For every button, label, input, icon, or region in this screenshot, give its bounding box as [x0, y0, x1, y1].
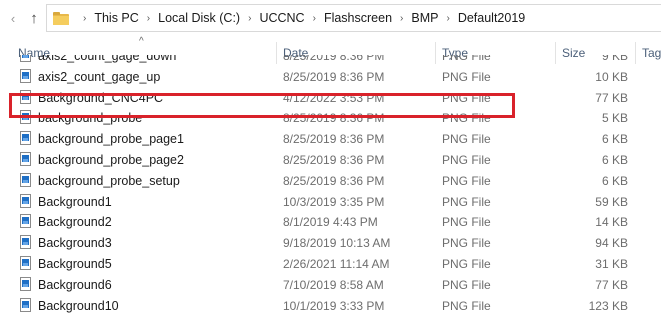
file-size: 6 KB: [601, 132, 628, 147]
breadcrumb-this-pc[interactable]: This PC: [94, 11, 138, 25]
file-name: Background10: [38, 298, 119, 313]
file-name: Background1: [38, 194, 112, 209]
png-file-icon: [20, 235, 31, 250]
png-file-icon: [20, 172, 31, 187]
chevron-right-icon[interactable]: ›: [147, 13, 150, 24]
file-size: 123 KB: [588, 298, 628, 313]
file-row[interactable]: Background3 9/18/2019 10:13 AM PNG File 94 …: [0, 232, 661, 253]
file-date: 2/26/2021 11:14 AM: [283, 257, 390, 271]
chevron-right-icon[interactable]: ›: [313, 13, 316, 24]
file-name: background_probe: [38, 111, 143, 126]
file-type: PNG File: [442, 277, 491, 292]
file-date: 8/25/2019 8:36 PM: [283, 55, 385, 63]
file-type: PNG File: [442, 236, 491, 251]
file-name: axis2_count_gage_up: [38, 69, 161, 84]
file-type: PNG File: [442, 90, 491, 105]
sort-ascending-icon: ^: [139, 36, 144, 47]
file-name: Background3: [38, 236, 112, 251]
breadcrumb-local-disk[interactable]: Local Disk (C:): [158, 11, 240, 25]
address-bar: ‹ ↑ › This PC › Local Disk (C:) › UCCNC …: [0, 0, 661, 36]
file-row[interactable]: Background6 7/10/2019 8:58 AM PNG File 77 K…: [0, 274, 661, 295]
file-name: Background6: [38, 277, 112, 292]
file-row[interactable]: Background2 8/1/2019 4:43 PM PNG File 14 KB: [0, 211, 661, 232]
file-date: 8/25/2019 8:36 PM: [283, 69, 385, 84]
file-list: axis2_count_gage_down 8/25/2019 8:36 PM PN…: [0, 55, 661, 326]
chevron-right-icon[interactable]: ›: [446, 13, 449, 24]
file-size: 14 KB: [595, 215, 628, 230]
file-date: 8/1/2019 4:43 PM: [283, 215, 378, 230]
file-row[interactable]: Background5 2/26/2021 11:14 AM PNG File 31 …: [0, 253, 661, 274]
png-file-icon: [20, 214, 31, 229]
file-date: 8/25/2019 8:36 PM: [283, 153, 385, 167]
breadcrumb-uccnc[interactable]: UCCNC: [259, 11, 304, 25]
png-file-icon: [20, 297, 31, 312]
chevron-right-icon[interactable]: ›: [248, 13, 251, 24]
breadcrumb-flashscreen[interactable]: Flashscreen: [324, 11, 392, 25]
file-type: PNG File: [442, 55, 491, 63]
file-date: 7/10/2019 8:58 AM: [283, 277, 384, 292]
file-type: PNG File: [442, 173, 491, 188]
file-row[interactable]: background_probe_setup 8/25/2019 8:36 PM P…: [0, 170, 661, 191]
chevron-right-icon[interactable]: ›: [83, 13, 86, 24]
file-type: PNG File: [442, 69, 491, 84]
file-name: Background2: [38, 215, 112, 230]
file-name: Background5: [38, 257, 112, 271]
file-type: PNG File: [442, 257, 491, 271]
png-file-icon: [20, 110, 31, 125]
png-file-icon: [20, 152, 31, 166]
file-date: 10/3/2019 3:35 PM: [283, 194, 385, 209]
png-file-icon: [20, 276, 31, 291]
file-row[interactable]: axis2_count_gage_up 8/25/2019 8:36 PM PNG …: [0, 66, 661, 87]
file-row[interactable]: Background_CNC4PC 4/12/2022 3:53 PM PNG Fi…: [0, 87, 661, 108]
file-date: 9/18/2019 10:13 AM: [283, 236, 391, 251]
file-row[interactable]: background_probe 8/25/2019 8:36 PM PNG Fil…: [0, 107, 661, 128]
file-size: 10 KB: [595, 69, 628, 84]
breadcrumb-bmp[interactable]: BMP: [411, 11, 438, 25]
chevron-right-icon[interactable]: ›: [400, 13, 403, 24]
back-chevron-icon[interactable]: ‹: [6, 9, 20, 27]
png-file-icon: [20, 131, 31, 146]
file-row[interactable]: Background1 10/3/2019 3:35 PM PNG File 59 K…: [0, 191, 661, 212]
file-size: 77 KB: [595, 277, 628, 292]
up-arrow-icon[interactable]: ↑: [27, 9, 41, 27]
file-size: 77 KB: [595, 90, 628, 105]
file-type: PNG File: [442, 111, 491, 126]
file-date: 8/25/2019 8:36 PM: [283, 173, 385, 188]
file-name: axis2_count_gage_down: [38, 55, 177, 63]
png-file-icon: [20, 256, 31, 270]
file-size: 6 KB: [601, 173, 628, 188]
file-size: 59 KB: [595, 194, 628, 209]
file-row[interactable]: Background10 10/1/2019 3:33 PM PNG File 123…: [0, 295, 661, 316]
png-file-icon: [20, 89, 31, 104]
file-type: PNG File: [442, 215, 491, 230]
breadcrumb-default2019[interactable]: Default2019: [458, 11, 525, 25]
file-name: background_probe_page1: [38, 132, 184, 147]
file-row[interactable]: background_probe_page1 8/25/2019 8:36 PM P…: [0, 128, 661, 149]
file-type: PNG File: [442, 132, 491, 147]
file-name: Background_CNC4PC: [38, 90, 164, 105]
file-date: 8/25/2019 8:36 PM: [283, 132, 385, 147]
file-size: 5 KB: [601, 111, 628, 126]
file-size: 9 KB: [601, 55, 628, 63]
folder-icon: [53, 11, 69, 25]
file-name: background_probe_setup: [38, 173, 180, 188]
file-size: 94 KB: [595, 236, 628, 251]
file-date: 4/12/2022 3:53 PM: [283, 90, 385, 105]
file-size: 6 KB: [601, 153, 628, 167]
png-file-icon: [20, 68, 31, 83]
breadcrumb[interactable]: › This PC › Local Disk (C:) › UCCNC › Fl…: [46, 4, 661, 32]
file-size: 31 KB: [595, 257, 628, 271]
file-row[interactable]: axis2_count_gage_down 8/25/2019 8:36 PM PN…: [0, 55, 661, 66]
file-type: PNG File: [442, 194, 491, 209]
file-row[interactable]: background_probe_page2 8/25/2019 8:36 PM P…: [0, 149, 661, 170]
file-type: PNG File: [442, 298, 491, 313]
file-date: 10/1/2019 3:33 PM: [283, 298, 385, 313]
png-file-icon: [20, 193, 31, 208]
file-type: PNG File: [442, 153, 491, 167]
file-name: background_probe_page2: [38, 153, 184, 167]
file-date: 8/25/2019 8:36 PM: [283, 111, 385, 126]
png-file-icon: [20, 55, 31, 62]
